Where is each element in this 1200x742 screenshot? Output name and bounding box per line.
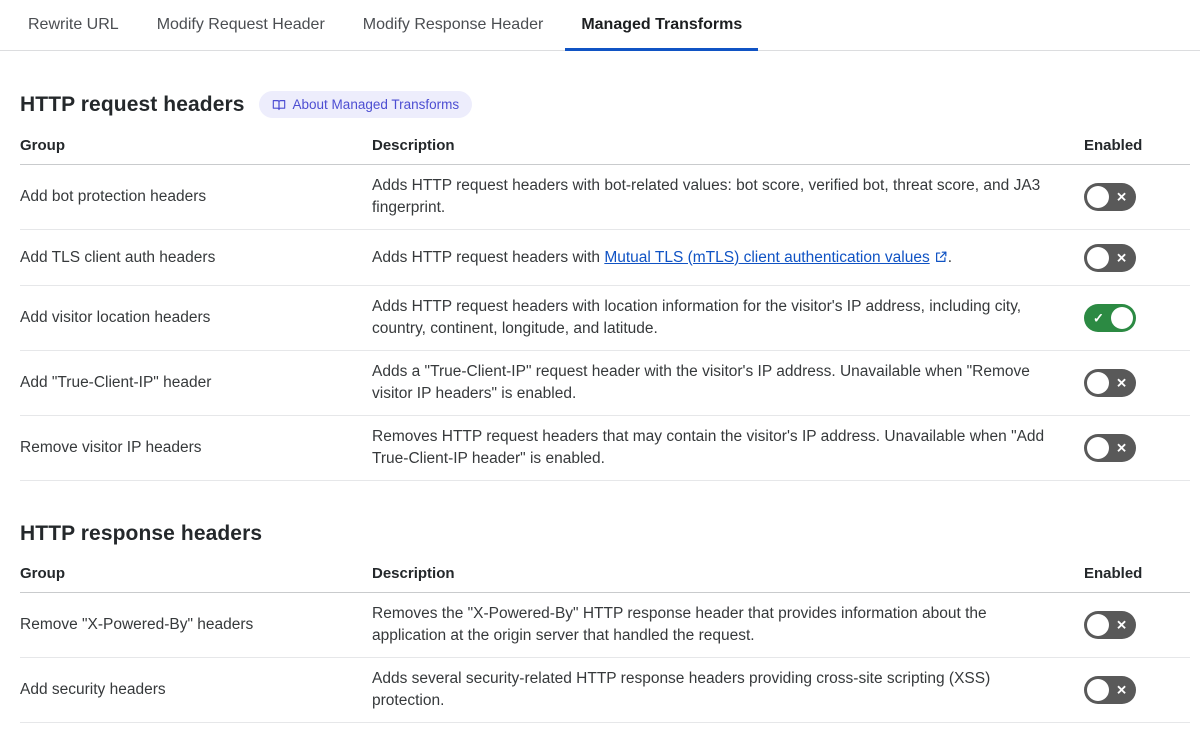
column-header-description: Description	[372, 131, 1084, 165]
table-row: Remove visitor IP headers Removes HTTP r…	[20, 415, 1190, 481]
toggle-knob	[1087, 246, 1109, 269]
description-cell: Removes the "X-Powered-By" HTTP response…	[372, 592, 1084, 658]
group-cell: Add security headers	[20, 657, 372, 723]
column-header-group: Group	[20, 559, 372, 593]
x-icon: ✕	[1116, 375, 1127, 391]
about-managed-transforms-link[interactable]: About Managed Transforms	[258, 91, 473, 118]
table-row: Add visitor location headers Adds HTTP r…	[20, 285, 1190, 351]
table-row: Add security headers Adds several securi…	[20, 657, 1190, 723]
description-cell: Adds HTTP request headers with location …	[372, 285, 1084, 351]
response-headers-title: HTTP response headers	[20, 522, 263, 545]
enabled-toggle[interactable]: ✓ ✕	[1084, 369, 1136, 397]
request-headers-title: HTTP request headers	[20, 92, 245, 116]
table-row: Add TLS client auth headers Adds HTTP re…	[20, 229, 1190, 286]
transform-rules-tabbar: Rewrite URL Modify Request Header Modify…	[0, 0, 1200, 51]
description-text: .	[947, 248, 953, 266]
column-header-description: Description	[372, 559, 1084, 593]
response-headers-section-head: HTTP response headers	[20, 522, 1190, 546]
group-cell: Add "True-Client-IP" header	[20, 350, 372, 416]
description-text: Adds HTTP request headers with	[372, 248, 605, 266]
column-header-group: Group	[20, 131, 372, 165]
toggle-knob	[1087, 614, 1109, 636]
response-headers-table: Group Description Enabled Remove "X-Powe…	[20, 559, 1190, 723]
group-cell: Remove visitor IP headers	[20, 415, 372, 481]
group-cell: Remove "X-Powered-By" headers	[20, 592, 372, 658]
managed-transforms-panel: HTTP request headers About Managed Trans…	[0, 51, 1200, 723]
toggle-knob	[1087, 679, 1109, 701]
enabled-toggle[interactable]: ✓ ✕	[1084, 434, 1136, 462]
tab-rewrite-url[interactable]: Rewrite URL	[12, 0, 135, 50]
tab-managed-transforms[interactable]: Managed Transforms	[565, 0, 759, 51]
link-label: Mutual TLS (mTLS) client authentication …	[604, 248, 930, 266]
about-managed-transforms-label: About Managed Transforms	[292, 97, 460, 112]
toggle-knob	[1087, 186, 1109, 208]
table-row: Remove "X-Powered-By" headers Removes th…	[20, 592, 1190, 658]
table-header-row: Group Description Enabled	[20, 131, 1190, 165]
group-cell: Add TLS client auth headers	[20, 229, 372, 286]
enabled-toggle[interactable]: ✓ ✕	[1084, 243, 1136, 272]
column-header-enabled: Enabled	[1084, 559, 1190, 593]
description-cell: Adds a "True-Client-IP" request header w…	[372, 350, 1084, 416]
x-icon: ✕	[1116, 617, 1127, 633]
table-row: Add "True-Client-IP" header Adds a "True…	[20, 350, 1190, 416]
open-book-icon	[272, 98, 286, 112]
group-cell: Add visitor location headers	[20, 285, 372, 351]
request-headers-section-head: HTTP request headers About Managed Trans…	[20, 91, 1190, 118]
group-cell: Add bot protection headers	[20, 164, 372, 230]
toggle-knob	[1087, 437, 1109, 459]
description-cell: Adds HTTP request headers with bot-relat…	[372, 164, 1084, 230]
tab-modify-response-header[interactable]: Modify Response Header	[347, 0, 560, 50]
toggle-knob	[1087, 372, 1109, 394]
toggle-knob	[1111, 307, 1133, 329]
x-icon: ✕	[1116, 189, 1127, 205]
x-icon: ✕	[1116, 250, 1127, 265]
tab-modify-request-header[interactable]: Modify Request Header	[141, 0, 341, 50]
mtls-docs-link[interactable]: Mutual TLS (mTLS) client authentication …	[604, 249, 947, 266]
description-cell: Adds HTTP request headers with Mutual TL…	[372, 229, 1084, 286]
x-icon: ✕	[1116, 440, 1127, 456]
enabled-toggle[interactable]: ✓ ✕	[1084, 183, 1136, 211]
x-icon: ✕	[1116, 682, 1127, 698]
description-cell: Removes HTTP request headers that may co…	[372, 415, 1084, 481]
enabled-toggle[interactable]: ✓ ✕	[1084, 611, 1136, 639]
check-icon: ✓	[1093, 310, 1104, 326]
table-row: Add bot protection headers Adds HTTP req…	[20, 164, 1190, 230]
enabled-toggle[interactable]: ✓ ✕	[1084, 304, 1136, 332]
description-cell: Adds several security-related HTTP respo…	[372, 657, 1084, 723]
table-header-row: Group Description Enabled	[20, 559, 1190, 593]
enabled-toggle[interactable]: ✓ ✕	[1084, 676, 1136, 704]
request-headers-table: Group Description Enabled Add bot protec…	[20, 131, 1190, 481]
external-link-icon	[930, 249, 948, 266]
column-header-enabled: Enabled	[1084, 131, 1190, 165]
